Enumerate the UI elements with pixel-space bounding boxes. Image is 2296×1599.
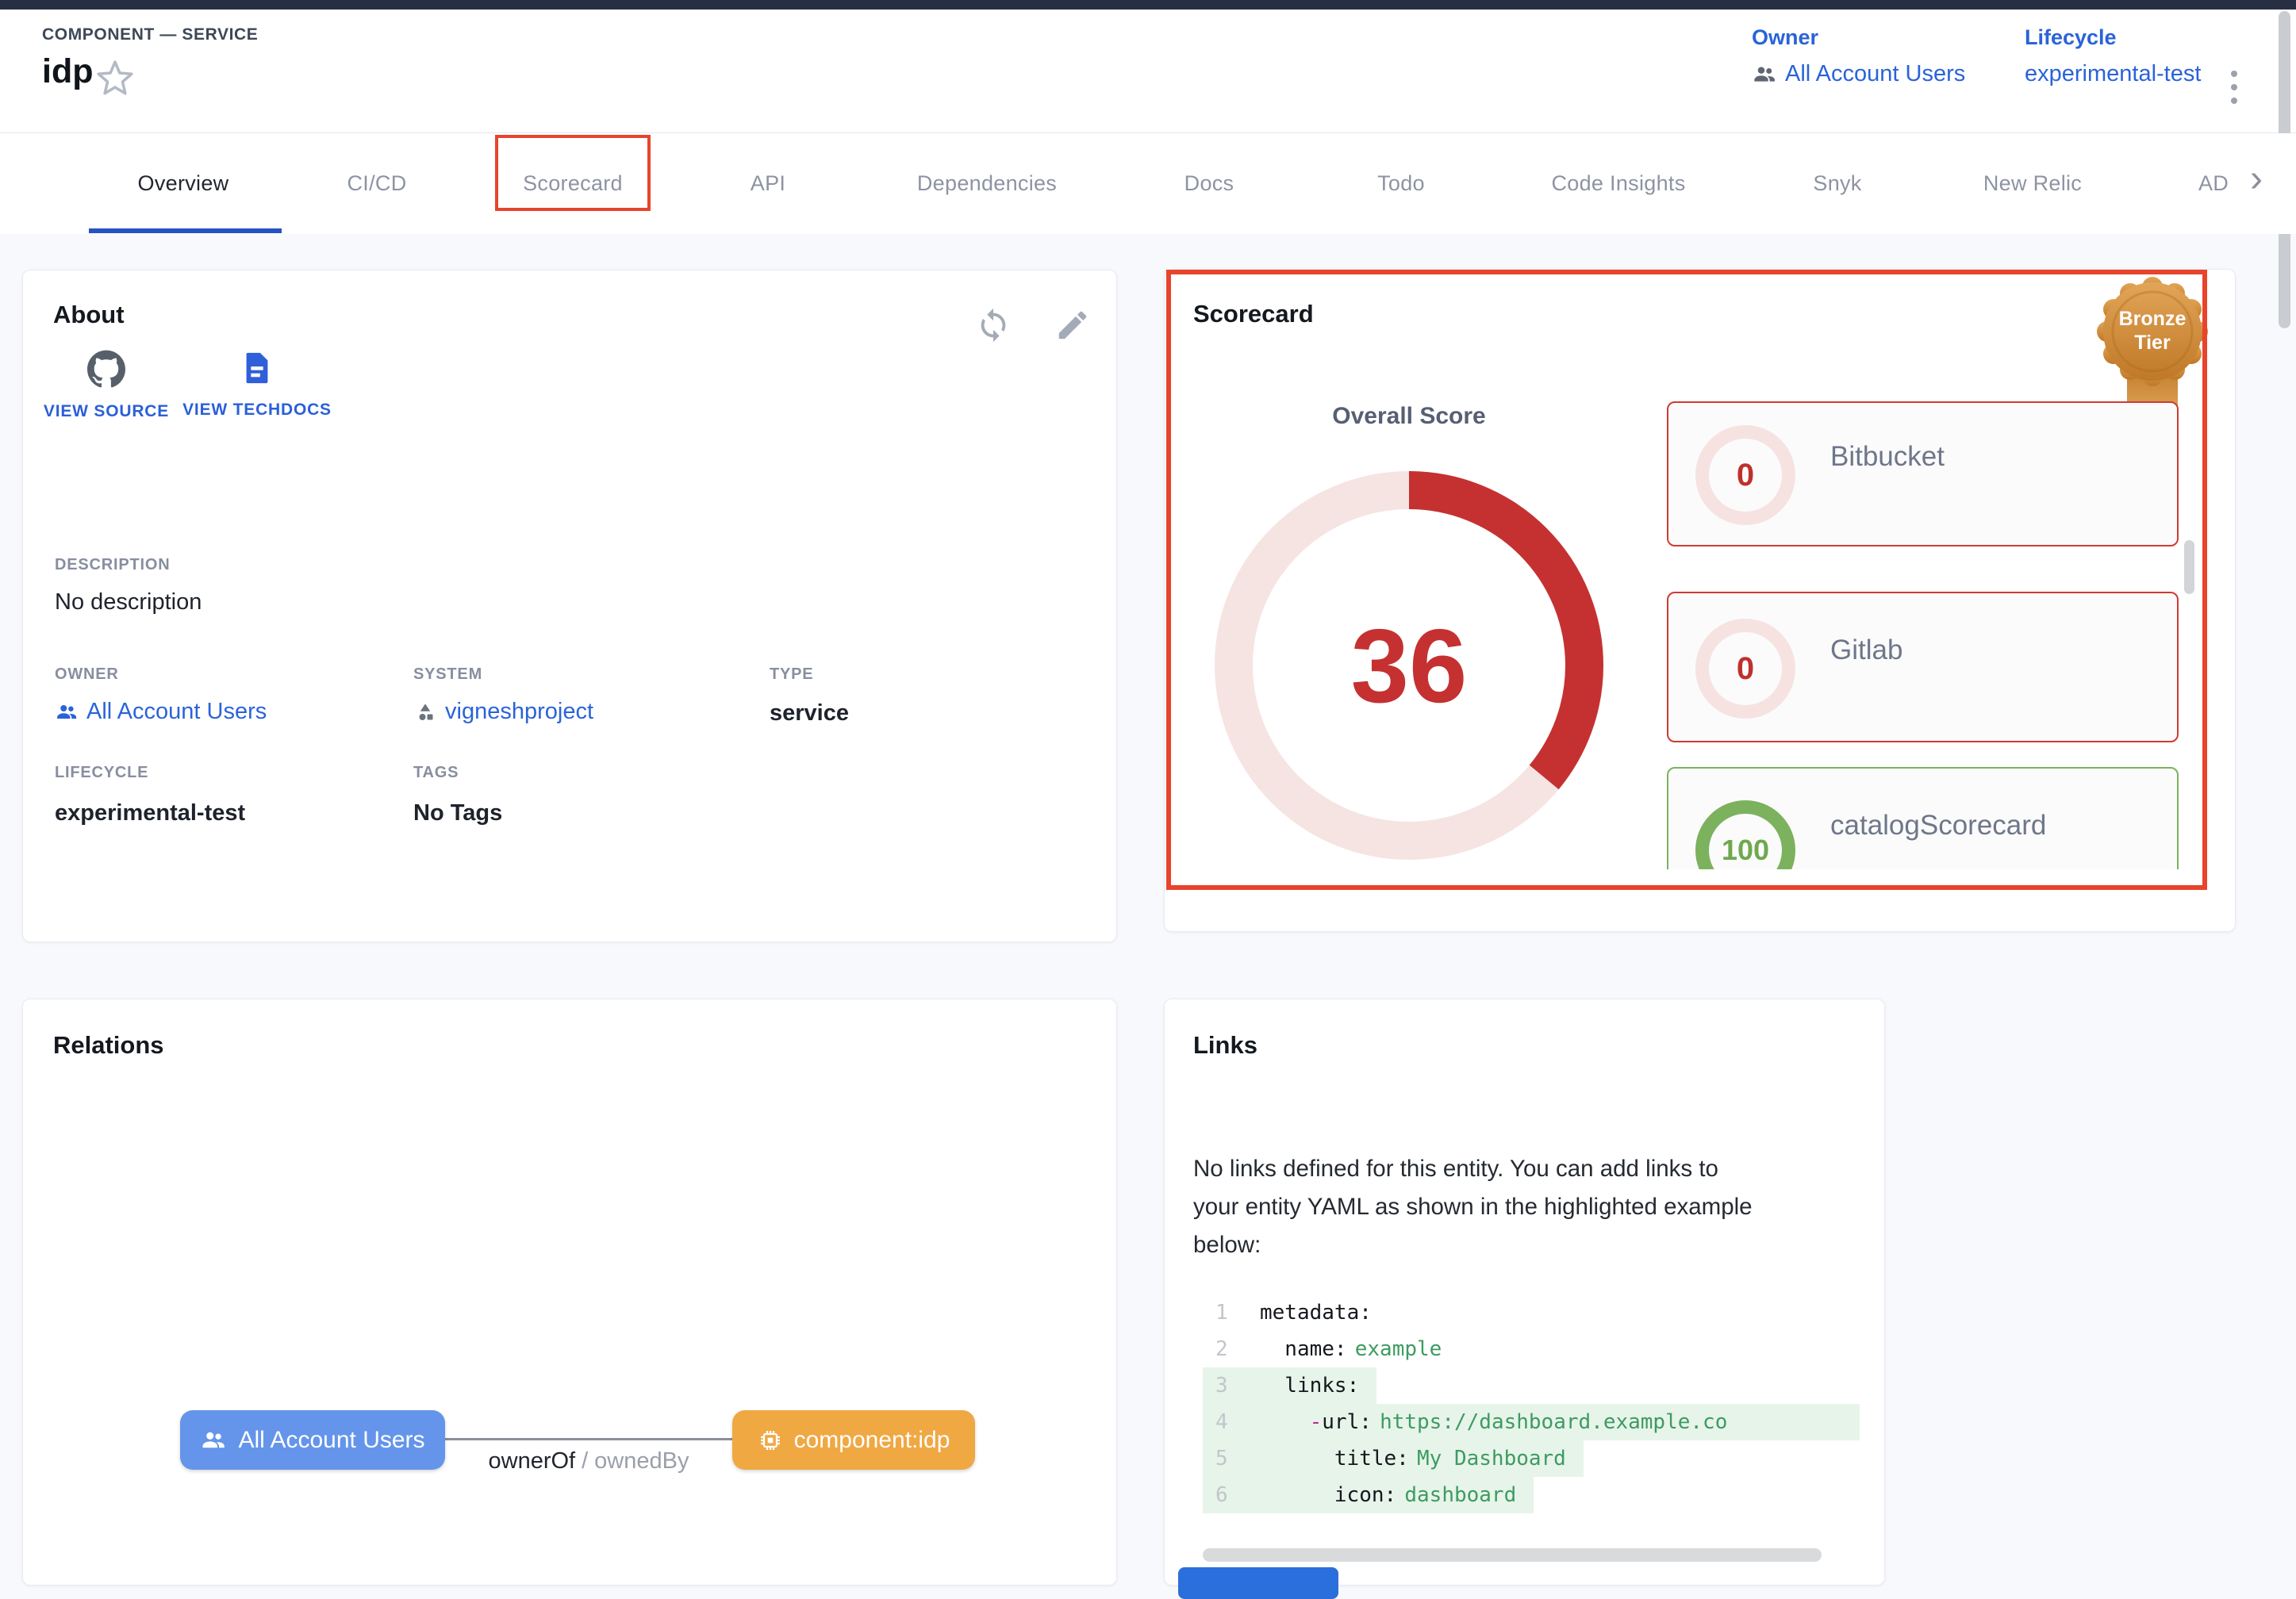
lifecycle-field-value: experimental-test	[55, 800, 245, 826]
scorecard-check-list: 0 Bitbucket 0 Gitlab 100 catalogScorecar…	[1667, 401, 2181, 869]
lifecycle-label: Lifecycle	[2025, 25, 2201, 50]
entity-header: COMPONENT — SERVICE idp Owner All Accoun…	[0, 10, 2296, 133]
about-card: About VIEW SOURCE VIEW TECHDOCS DESCRIPT…	[22, 270, 1117, 942]
kebab-menu-icon[interactable]	[2218, 56, 2250, 119]
svg-text:Bronze: Bronze	[2119, 308, 2187, 330]
overall-score-gauge: 36	[1211, 467, 1607, 864]
view-techdocs-link[interactable]: VIEW TECHDOCS	[182, 350, 332, 423]
check-name: Gitlab	[1830, 635, 1902, 666]
code-horizontal-scrollbar[interactable]	[1203, 1548, 1822, 1562]
people-icon	[200, 1427, 227, 1454]
code-line: 1 metadata:	[1203, 1294, 1389, 1331]
tab-overview[interactable]: Overview	[138, 133, 229, 234]
links-title: Links	[1193, 1031, 1257, 1060]
owner-value: All Account Users	[1785, 61, 1965, 87]
description-label: DESCRIPTION	[55, 556, 170, 574]
code-line: 2 name:example	[1203, 1331, 1459, 1367]
entity-tabs: Overview CI/CD Scorecard API Dependencie…	[0, 133, 2296, 234]
scorecard-card: Scorecard Bronze Tier Overall Score	[1164, 269, 2236, 932]
links-empty-message: No links defined for this entity. You ca…	[1193, 1150, 1868, 1264]
favorite-star-icon[interactable]	[95, 59, 135, 98]
tab-api[interactable]: API	[751, 133, 785, 234]
tags-field-value: No Tags	[413, 800, 502, 826]
score-ring: 0	[1695, 425, 1795, 525]
code-line-highlighted: 5 title:My Dashboard	[1203, 1440, 1584, 1477]
relation-edge-label: ownerOf/ownedBy	[446, 1448, 731, 1474]
github-icon	[87, 350, 125, 388]
relations-card: Relations All Account Users component:id…	[22, 999, 1117, 1586]
component-chip-icon	[758, 1428, 783, 1453]
techdocs-document-icon	[239, 350, 275, 386]
owner-field-link[interactable]: All Account Users	[55, 699, 267, 725]
tab-docs[interactable]: Docs	[1184, 133, 1234, 234]
lifecycle-block: Lifecycle experimental-test	[2025, 25, 2201, 87]
system-field-label: SYSTEM	[413, 665, 482, 684]
owner-block: Owner All Account Users	[1752, 25, 1965, 87]
type-field-label: TYPE	[770, 665, 813, 684]
check-card-gitlab[interactable]: 0 Gitlab	[1667, 592, 2179, 742]
people-icon	[1752, 62, 1777, 87]
relations-title: Relations	[53, 1031, 164, 1060]
scorecard-title: Scorecard	[1193, 300, 1314, 328]
tags-field-label: TAGS	[413, 764, 459, 782]
tabs-overflow-chevron-icon[interactable]: ›	[2250, 157, 2263, 201]
score-ring: 100	[1695, 800, 1795, 869]
owner-label: Owner	[1752, 25, 1965, 50]
overall-score-label: Overall Score	[1211, 403, 1607, 430]
svg-text:Tier: Tier	[2134, 332, 2171, 354]
people-icon	[55, 700, 79, 724]
check-card-bitbucket[interactable]: 0 Bitbucket	[1667, 401, 2179, 546]
check-card-catalogscorecard[interactable]: 100 catalogScorecard	[1667, 767, 2179, 869]
owner-link[interactable]: All Account Users	[1752, 61, 1965, 87]
check-list-scrollbar[interactable]	[2184, 540, 2194, 594]
view-source-link[interactable]: VIEW SOURCE	[31, 350, 182, 424]
tab-ad-truncated[interactable]: AD	[2198, 133, 2229, 234]
view-techdocs-label: VIEW TECHDOCS	[182, 397, 332, 423]
top-window-strip	[0, 0, 2296, 10]
tab-cicd[interactable]: CI/CD	[347, 133, 407, 234]
lifecycle-value: experimental-test	[2025, 61, 2201, 87]
refresh-icon[interactable]	[975, 307, 1012, 343]
lifecycle-field-label: LIFECYCLE	[55, 764, 148, 782]
code-line-highlighted: 3 links:	[1203, 1367, 1376, 1404]
type-field-value: service	[770, 700, 849, 727]
relation-node-component-idp[interactable]: component:idp	[732, 1410, 975, 1470]
system-icon	[413, 700, 437, 724]
check-name: Bitbucket	[1830, 441, 1945, 473]
page-title: idp	[42, 52, 93, 91]
tab-new-relic[interactable]: New Relic	[1983, 133, 2082, 234]
score-ring: 0	[1695, 619, 1795, 719]
owner-field-label: OWNER	[55, 665, 119, 684]
description-value: No description	[55, 589, 202, 615]
tab-code-insights[interactable]: Code Insights	[1552, 133, 1686, 234]
code-line-highlighted: 4 - url:https://dashboard.example.co	[1203, 1404, 1860, 1440]
active-tab-indicator	[89, 228, 282, 233]
tab-snyk[interactable]: Snyk	[1813, 133, 1861, 234]
tab-dependencies[interactable]: Dependencies	[917, 133, 1057, 234]
relation-node-all-account-users[interactable]: All Account Users	[180, 1410, 445, 1470]
relation-edge-line	[445, 1438, 732, 1440]
breadcrumb: COMPONENT — SERVICE	[42, 25, 258, 44]
edit-pencil-icon[interactable]	[1054, 307, 1091, 343]
system-field-link[interactable]: vigneshproject	[413, 699, 593, 725]
tab-scorecard[interactable]: Scorecard	[523, 133, 623, 234]
code-line-highlighted: 6 icon:dashboard	[1203, 1477, 1534, 1513]
overall-score-value: 36	[1211, 467, 1607, 864]
about-title: About	[53, 301, 125, 329]
links-bottom-button[interactable]	[1178, 1567, 1338, 1599]
yaml-example-code: 1 metadata: 2 name:example 3 links: 4 - …	[1203, 1294, 1860, 1513]
tab-todo[interactable]: Todo	[1377, 133, 1425, 234]
check-name: catalogScorecard	[1830, 810, 2046, 842]
links-card: Links No links defined for this entity. …	[1164, 999, 1885, 1586]
view-source-label: VIEW SOURCE	[44, 399, 169, 424]
